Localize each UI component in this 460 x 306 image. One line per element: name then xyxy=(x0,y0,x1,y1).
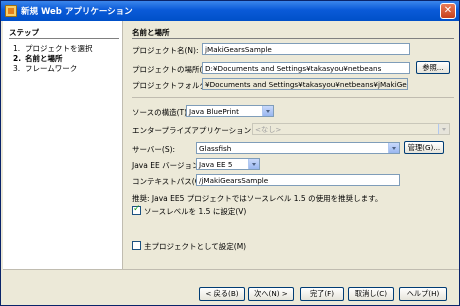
button-bar: < 戻る(B) 次へ(N) > 完了(F) 取消し(C) ヘルプ(H) xyxy=(3,269,459,305)
finish-button[interactable]: 完了(F) xyxy=(300,287,344,301)
source-level-checkbox-label[interactable]: ソースレベルを 1.5 に設定(V) xyxy=(144,206,246,217)
main-content: 名前と場所 プロジェクト名(N): jMakiGearsSample プロジェク… xyxy=(124,21,459,269)
step-label: フレームワーク xyxy=(25,64,78,73)
project-name-input[interactable]: jMakiGearsSample xyxy=(202,43,410,55)
steps-divider xyxy=(9,38,119,39)
next-button[interactable]: 次へ(N) > xyxy=(248,287,294,301)
chevron-down-icon[interactable] xyxy=(438,124,449,134)
title-bar[interactable]: 新規 Web アプリケーション ✕ xyxy=(1,1,459,21)
wizard-dialog: 新規 Web アプリケーション ✕ ステップ 1. プロジェクトを選択 2. 名前と… xyxy=(0,0,460,306)
project-folder-field: ¥Documents and Settings¥takasyou¥netbean… xyxy=(202,78,408,90)
step-item-frameworks: 3. フレームワーク xyxy=(13,63,77,74)
recommendation-text: 推奨: Java EE5 プロジェクトではソースレベル 1.5 の使用を推奨しま… xyxy=(132,194,383,203)
section-title: 名前と場所 xyxy=(132,28,170,37)
browse-button[interactable]: 参照... xyxy=(416,61,450,74)
main-project-checkbox-label[interactable]: 主プロジェクトとして設定(M) xyxy=(144,241,246,252)
help-button[interactable]: ヘルプ(H) xyxy=(399,287,447,301)
javaee-version-value: Java EE 5 xyxy=(199,160,233,169)
steps-title: ステップ xyxy=(9,28,39,37)
section-divider xyxy=(132,38,454,39)
chevron-down-icon[interactable] xyxy=(262,106,273,116)
project-name-label: プロジェクト名(N): xyxy=(132,46,199,55)
source-level-checkbox[interactable] xyxy=(132,204,141,215)
chevron-down-icon[interactable] xyxy=(388,143,399,153)
step-number: 3. xyxy=(13,64,21,73)
manage-button[interactable]: 管理(G)... xyxy=(404,141,444,154)
step-number: 1. xyxy=(13,44,21,53)
separator xyxy=(132,97,454,98)
step-number: 2. xyxy=(13,54,22,63)
window-title: 新規 Web アプリケーション xyxy=(21,7,133,17)
server-label: サーバー(S): xyxy=(132,145,176,154)
main-project-checkbox[interactable] xyxy=(132,241,141,250)
cancel-button[interactable]: 取消し(C) xyxy=(348,287,394,301)
javaee-version-select[interactable]: Java EE 5 xyxy=(196,158,260,170)
project-location-input[interactable]: D:¥Documents and Settings¥takasyou¥netbe… xyxy=(202,62,410,74)
step-label: 名前と場所 xyxy=(25,54,63,63)
netbeans-project-icon xyxy=(5,5,17,17)
server-select[interactable]: Glassfish xyxy=(196,142,400,154)
steps-panel: ステップ 1. プロジェクトを選択 2. 名前と場所 3. フレームワーク xyxy=(3,21,123,269)
project-location-label: プロジェクトの場所(L): xyxy=(132,65,213,74)
javaee-version-label: Java EE バージョン: xyxy=(132,161,202,170)
enterprise-app-select[interactable]: <なし> xyxy=(252,123,450,135)
source-structure-label: ソースの構造(T): xyxy=(132,108,190,117)
enterprise-app-value: <なし> xyxy=(255,125,282,134)
server-value: Glassfish xyxy=(199,144,232,153)
back-button[interactable]: < 戻る(B) xyxy=(199,287,245,301)
close-icon[interactable]: ✕ xyxy=(440,3,456,19)
chevron-down-icon[interactable] xyxy=(248,159,259,169)
context-path-input[interactable]: /jMakiGearsSample xyxy=(196,174,400,186)
step-label: プロジェクトを選択 xyxy=(25,44,93,53)
source-structure-value: Java BluePrint xyxy=(189,107,239,116)
context-path-label: コンテキストパス(C): xyxy=(132,177,206,186)
source-structure-select[interactable]: Java BluePrint xyxy=(186,105,274,117)
